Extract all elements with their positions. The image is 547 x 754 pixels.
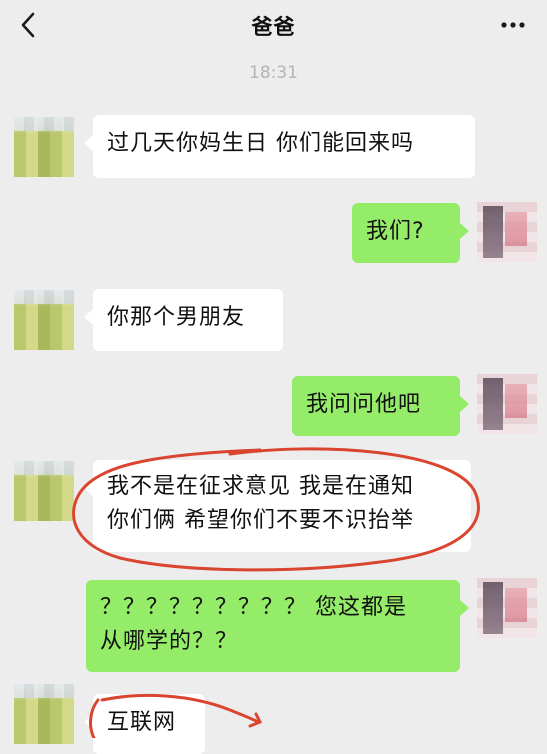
contact-avatar[interactable] bbox=[14, 117, 74, 177]
my-avatar[interactable] bbox=[477, 202, 537, 262]
watermark bbox=[453, 720, 537, 734]
my-avatar[interactable] bbox=[477, 578, 537, 638]
message-bubble-outgoing[interactable]: 我问问他吧 bbox=[292, 376, 469, 436]
message-bubble-incoming[interactable]: 你那个男朋友 bbox=[84, 289, 283, 351]
message-bubble-outgoing[interactable]: ？？？？？？？？？ 您这都是 从哪学的？？ bbox=[86, 580, 469, 672]
message-timestamp: 18:31 bbox=[249, 63, 298, 83]
message-bubble-incoming[interactable]: 我不是在征求意见 我是在通知 你们俩 希望你们不要不识抬举 bbox=[84, 460, 471, 552]
chat-title: 爸爸 bbox=[251, 15, 296, 39]
my-avatar[interactable] bbox=[477, 374, 537, 434]
contact-avatar[interactable] bbox=[14, 461, 74, 521]
message-bubble-incoming[interactable]: 互联网 bbox=[84, 694, 205, 754]
message-bubble-incoming[interactable]: 过几天你妈生日 你们能回来吗 bbox=[84, 115, 475, 178]
contact-avatar[interactable] bbox=[14, 684, 74, 744]
more-options-button[interactable] bbox=[497, 12, 529, 38]
contact-avatar[interactable] bbox=[14, 290, 74, 350]
ellipsis-icon bbox=[501, 22, 525, 28]
chat-header: 爸爸 bbox=[0, 0, 547, 52]
message-bubble-outgoing[interactable]: 我们? bbox=[352, 203, 469, 263]
